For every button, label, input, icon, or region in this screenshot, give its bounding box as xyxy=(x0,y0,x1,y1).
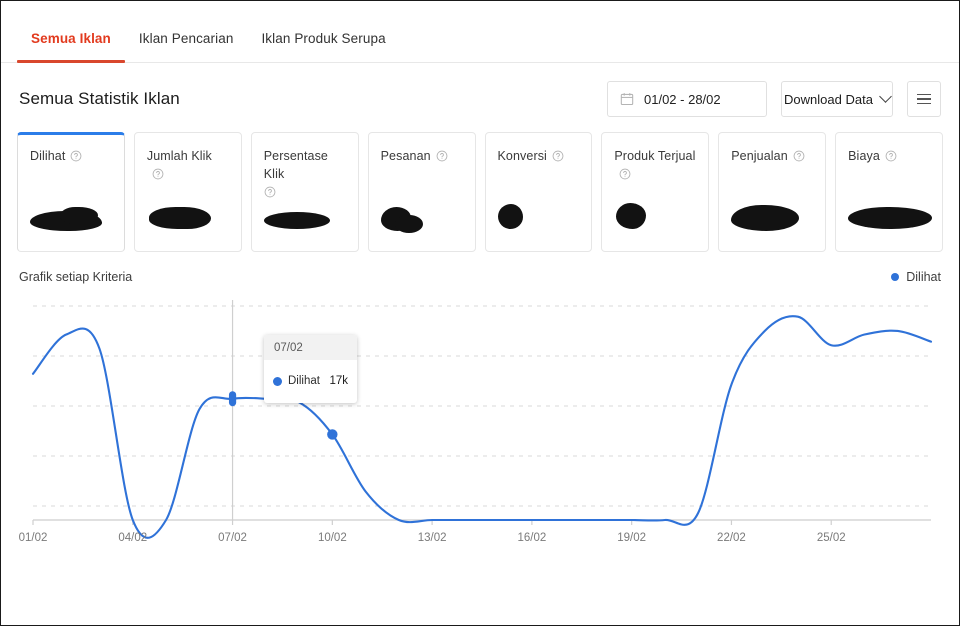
help-icon[interactable] xyxy=(619,167,631,180)
hamburger-menu-icon xyxy=(917,93,931,96)
chart-x-tick-label: 07/02 xyxy=(218,532,247,544)
metric-card-label: Konversi xyxy=(497,149,547,163)
metric-card-label: Penjualan xyxy=(731,149,788,163)
chart-x-tick-label: 13/02 xyxy=(418,532,447,544)
more-options-button[interactable] xyxy=(907,81,941,117)
header-actions: 01/02 - 28/02 Download Data xyxy=(607,81,941,117)
metric-card-dilihat[interactable]: Dilihat xyxy=(17,132,125,252)
redacted-value xyxy=(848,207,933,229)
chart-x-tick-label: 16/02 xyxy=(517,532,546,544)
line-chart[interactable]: 01/02 04/02 07/02 10/02 13/02 16/02 19/02 22/02… xyxy=(1,292,960,557)
metric-card-label: Persentase Klik xyxy=(263,149,328,181)
help-icon[interactable] xyxy=(152,167,164,180)
chart-x-tick-label: 01/02 xyxy=(19,532,48,544)
legend-color-dot xyxy=(891,273,900,281)
chart-x-tick-label: 25/02 xyxy=(817,532,846,544)
help-icon[interactable] xyxy=(436,149,448,162)
metric-card-produk-terjual[interactable]: Produk Terjual xyxy=(601,132,710,252)
chart-gridlines xyxy=(33,305,931,507)
metric-cards: Dilihat Jumlah Klik Persentase Klik Pesa… xyxy=(1,127,959,252)
help-icon[interactable] xyxy=(70,149,82,162)
chart-canvas[interactable]: 01/02 04/02 07/02 10/02 13/02 16/02 19/02 22/02… xyxy=(1,292,960,557)
metric-card-label: Pesanan xyxy=(380,149,431,163)
tab-label: Iklan Produk Serupa xyxy=(261,31,386,46)
download-data-button[interactable]: Download Data xyxy=(781,81,893,117)
metric-card-jumlah-klik[interactable]: Jumlah Klik xyxy=(133,132,242,252)
chart-x-tick-label: 22/02 xyxy=(717,532,746,544)
redacted-value xyxy=(616,203,647,229)
tooltip-series-label: Dilihat xyxy=(288,375,320,387)
chart-x-tick-labels: 01/02 04/02 07/02 10/02 13/02 16/02 19/02 22/02… xyxy=(19,532,846,544)
page-header: Semua Statistik Iklan 01/02 - 28/02 Down… xyxy=(1,63,959,127)
chart-series-dilihat xyxy=(31,315,933,539)
chart-point-marker[interactable] xyxy=(327,429,338,440)
page-title: Semua Statistik Iklan xyxy=(19,89,180,108)
help-icon[interactable] xyxy=(793,149,805,162)
tooltip-body: Dilihat 17k xyxy=(264,360,357,403)
metric-card-persentase-klik[interactable]: Persentase Klik xyxy=(250,132,359,252)
tab-iklan-produk-serupa[interactable]: Iklan Produk Serupa xyxy=(247,31,399,62)
date-range-value: 01/02 - 28/02 xyxy=(644,91,721,107)
help-icon[interactable] xyxy=(264,185,276,198)
tab-label: Semua Iklan xyxy=(31,31,111,46)
tooltip-date: 07/02 xyxy=(264,335,357,360)
hamburger-menu-icon xyxy=(917,98,931,100)
advertising-statistics-page: Semua Iklan Iklan Pencarian Iklan Produk… xyxy=(0,0,960,626)
tab-semua-iklan[interactable]: Semua Iklan xyxy=(17,31,125,63)
redacted-value xyxy=(394,215,423,233)
metric-card-label: Dilihat xyxy=(30,149,66,163)
metric-card-label: Produk Terjual xyxy=(614,149,696,163)
chart-x-tick-label: 10/02 xyxy=(318,532,347,544)
metric-card-penjualan[interactable]: Penjualan xyxy=(718,132,827,252)
tab-label: Iklan Pencarian xyxy=(138,31,234,46)
metric-card-pesanan[interactable]: Pesanan xyxy=(367,132,476,252)
chart-tooltip: 07/02 Dilihat 17k xyxy=(264,335,357,403)
redacted-value xyxy=(731,205,800,231)
calendar-icon xyxy=(620,92,634,106)
help-icon[interactable] xyxy=(885,149,897,162)
tooltip-color-dot xyxy=(273,376,282,386)
date-range-picker[interactable]: 01/02 - 28/02 xyxy=(607,81,767,117)
redacted-value xyxy=(148,207,211,229)
legend-label: Dilihat xyxy=(906,270,941,284)
tooltip-value: 17k xyxy=(329,375,348,387)
metric-card-label: Biaya xyxy=(848,149,880,163)
chart-x-tick-label: 19/02 xyxy=(617,532,646,544)
metric-card-konversi[interactable]: Konversi xyxy=(484,132,593,252)
tab-iklan-pencarian[interactable]: Iklan Pencarian xyxy=(125,31,248,62)
download-data-label: Download Data xyxy=(784,91,873,107)
chart-legend[interactable]: Dilihat xyxy=(891,270,941,284)
chart-caption: Grafik setiap Kriteria xyxy=(19,270,133,284)
redacted-value xyxy=(60,207,98,225)
chart-header: Grafik setiap Kriteria Dilihat xyxy=(1,252,959,284)
metric-card-biaya[interactable]: Biaya xyxy=(835,132,943,252)
chart-point-marker[interactable] xyxy=(228,391,237,407)
help-icon[interactable] xyxy=(552,149,564,162)
metric-card-label: Jumlah Klik xyxy=(146,149,212,163)
hamburger-menu-icon xyxy=(917,102,931,105)
chevron-down-icon xyxy=(879,89,892,103)
tab-bar: Semua Iklan Iklan Pencarian Iklan Produk… xyxy=(1,1,959,63)
redacted-value xyxy=(497,204,523,229)
chart-x-tick-label: 04/02 xyxy=(118,532,147,544)
redacted-value xyxy=(263,212,330,229)
